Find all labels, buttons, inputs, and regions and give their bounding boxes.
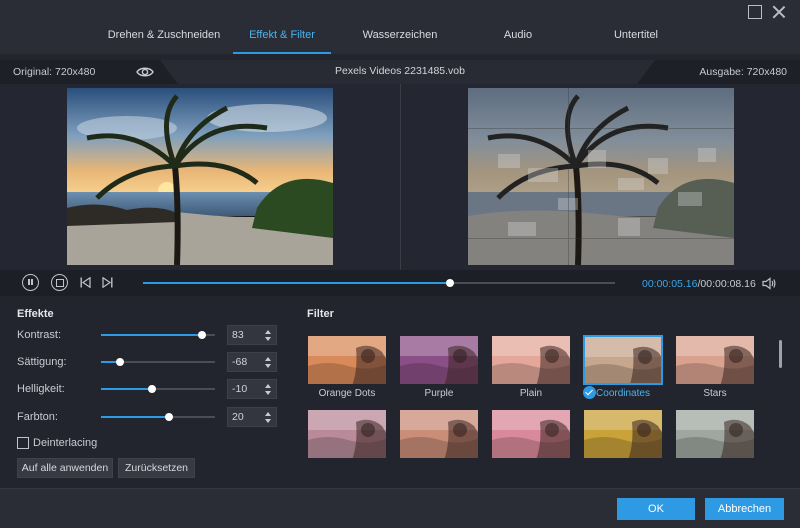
filter-name: Stars (703, 388, 727, 399)
hue-handle[interactable] (165, 413, 174, 421)
original-preview (67, 88, 333, 265)
brightness-up-icon[interactable] (265, 384, 271, 388)
saturation-down-icon[interactable] (265, 364, 271, 368)
skip-forward-icon[interactable] (102, 277, 113, 288)
saturation-slider[interactable] (101, 358, 215, 366)
filter-title: Filter (307, 308, 334, 320)
saturation-label: Sättigung: (17, 356, 67, 368)
filter-thumbnail (583, 409, 663, 459)
contrast-row: Kontrast: (17, 325, 287, 345)
cancel-button[interactable]: Abbrechen (705, 498, 784, 520)
filter-thumbnail (399, 335, 479, 385)
contrast-up-icon[interactable] (265, 330, 271, 334)
tab-bar: Drehen & Zuschneiden Effekt & Filter Was… (105, 0, 695, 54)
timeline-slider[interactable] (143, 279, 615, 287)
deinterlacing-checkbox[interactable] (17, 437, 29, 449)
hue-row: Farbton: (17, 407, 287, 427)
tab-watermark[interactable]: Wasserzeichen (341, 0, 459, 54)
time-display: 00:00:05.16/00:00:08.16 (642, 278, 756, 290)
playback-bar: 00:00:05.16/00:00:08.16 (0, 270, 800, 296)
output-resolution: Ausgabe: 720x480 (699, 66, 787, 78)
saturation-row: Sättigung: (17, 352, 287, 372)
filter-thumbnail (675, 335, 755, 385)
footer: OK Abbrechen (0, 488, 800, 528)
current-time: 00:00:05.16 (642, 278, 698, 290)
saturation-up-icon[interactable] (265, 357, 271, 361)
pause-icon[interactable] (22, 274, 39, 291)
output-preview (468, 88, 734, 265)
contrast-handle[interactable] (198, 331, 207, 339)
saturation-input[interactable] (228, 353, 262, 371)
brightness-slider[interactable] (101, 385, 215, 393)
filter-name: Purple (424, 388, 454, 399)
effects-panel: Effekte Kontrast: Sättigung: Helligkeit:… (0, 296, 290, 486)
skip-back-icon[interactable] (80, 277, 91, 288)
info-bar: Original: 720x480 Pexels Videos 2231485.… (0, 60, 800, 84)
timeline-handle[interactable] (445, 279, 454, 287)
preview-area (0, 84, 800, 270)
tab-audio[interactable]: Audio (459, 0, 577, 54)
filter-name: Orange Dots (318, 388, 376, 399)
filter-name: Plain (519, 388, 543, 399)
filter-thumbnail (583, 335, 663, 385)
brightness-down-icon[interactable] (265, 391, 271, 395)
brightness-stepper (227, 379, 277, 399)
hue-slider[interactable] (101, 413, 215, 421)
filter-scrollbar[interactable] (779, 340, 782, 368)
stop-icon[interactable] (51, 274, 68, 291)
timeline-progress (143, 282, 450, 284)
brightness-row: Helligkeit: (17, 379, 287, 399)
filter-thumbnail (307, 409, 387, 459)
tab-effect-filter[interactable]: Effekt & Filter (223, 0, 341, 54)
brightness-input[interactable] (228, 380, 262, 398)
hue-up-icon[interactable] (265, 412, 271, 416)
filter-thumbnail (399, 409, 479, 459)
deinterlacing-label: Deinterlacing (33, 437, 98, 449)
filter-thumbnail (307, 335, 387, 385)
hue-stepper (227, 407, 277, 427)
contrast-stepper (227, 325, 277, 345)
file-name: Pexels Videos 2231485.vob (335, 65, 465, 77)
total-time: /00:00:08.16 (697, 278, 756, 290)
close-icon[interactable] (772, 5, 786, 19)
effects-title: Effekte (17, 308, 54, 320)
hue-label: Farbton: (17, 411, 58, 423)
filter-thumbnail (491, 409, 571, 459)
filter-thumbnail (491, 335, 571, 385)
saturation-stepper (227, 352, 277, 372)
saturation-handle[interactable] (116, 358, 125, 366)
brightness-label: Helligkeit: (17, 383, 65, 395)
tab-subtitle[interactable]: Untertitel (577, 0, 695, 54)
filter-name: Coordinates (596, 388, 650, 399)
top-bar: Drehen & Zuschneiden Effekt & Filter Was… (0, 0, 800, 54)
apply-all-button[interactable]: Auf alle anwenden (17, 458, 113, 478)
contrast-label: Kontrast: (17, 329, 62, 341)
brightness-handle[interactable] (148, 385, 157, 393)
maximize-icon[interactable] (748, 5, 762, 19)
contrast-input[interactable] (228, 326, 262, 344)
ok-button[interactable]: OK (617, 498, 695, 520)
tab-rotate-crop[interactable]: Drehen & Zuschneiden (105, 0, 223, 54)
filter-thumbnail (675, 409, 755, 459)
hue-input[interactable] (228, 408, 262, 426)
volume-icon[interactable] (762, 277, 776, 290)
reset-button[interactable]: Zurücksetzen (118, 458, 195, 478)
hue-down-icon[interactable] (265, 419, 271, 423)
contrast-down-icon[interactable] (265, 337, 271, 341)
contrast-slider[interactable] (101, 331, 215, 339)
